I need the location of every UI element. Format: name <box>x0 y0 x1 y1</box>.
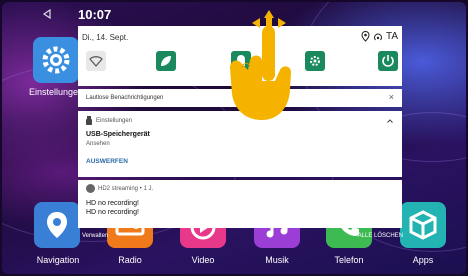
apps-app-tile[interactable] <box>400 202 446 248</box>
location-icon <box>361 31 370 42</box>
usb-title: USB-Speichergerät <box>86 131 150 138</box>
settings-gear-icon <box>310 56 320 66</box>
eject-button[interactable]: AUSWERFEN <box>86 158 128 165</box>
date-label: Di., 14. Sept. <box>82 33 129 42</box>
power-tile[interactable] <box>378 51 398 71</box>
gear-icon <box>42 46 70 74</box>
wifi-off-icon <box>89 56 103 67</box>
usb-icon <box>86 116 92 125</box>
navigation-app-label: Navigation <box>36 255 80 265</box>
box-icon <box>409 210 437 240</box>
apps-app-label: Apps <box>412 255 434 265</box>
home-screen: 10:07 Einstellungen Navigation Radio Vid… <box>2 2 466 274</box>
chevron-up-icon[interactable] <box>387 119 393 123</box>
silent-notifications-title: Lautlose Benachrichtigungen <box>86 95 164 101</box>
power-icon <box>382 55 394 67</box>
hd2-app-line: HD2 streaming • 1 J. <box>98 186 154 192</box>
hotspot-icon <box>373 33 382 40</box>
clear-all-button[interactable]: ALLE LÖSCHEN <box>347 233 403 239</box>
swipe-gesture-hand-icon <box>230 10 291 120</box>
status-icons: TA <box>361 31 398 42</box>
settings-app-label: Einstellungen <box>29 87 84 97</box>
usb-subtitle: Ansehen <box>86 141 110 147</box>
navigation-app-tile[interactable] <box>34 202 80 248</box>
battery-saver-tile[interactable] <box>156 51 176 71</box>
hd2-line1: HD no recording! <box>86 200 139 207</box>
hd2-line2: HD no recording! <box>86 209 139 216</box>
settings-app-tile[interactable] <box>33 37 79 83</box>
music-app-label: Musik <box>265 255 289 265</box>
hd2-notification[interactable]: HD2 streaming • 1 J. HD no recording! HD… <box>78 180 402 228</box>
manage-notifications-button[interactable]: Verwalten <box>82 233 108 239</box>
leaf-icon <box>161 56 171 66</box>
back-icon[interactable] <box>42 9 52 19</box>
status-text: TA <box>385 31 398 42</box>
vpn-tile[interactable] <box>86 51 106 71</box>
phone-app-label: Telefon <box>334 255 364 265</box>
app-avatar-icon <box>86 184 95 193</box>
location-pin-icon <box>47 212 67 238</box>
dismiss-icon[interactable]: × <box>389 92 394 102</box>
gear-tile[interactable] <box>305 51 325 71</box>
video-app-label: Video <box>191 255 215 265</box>
radio-app-label: Radio <box>118 255 142 265</box>
usb-app-name: Einstellungen <box>96 118 133 124</box>
clock: 10:07 <box>78 7 112 22</box>
